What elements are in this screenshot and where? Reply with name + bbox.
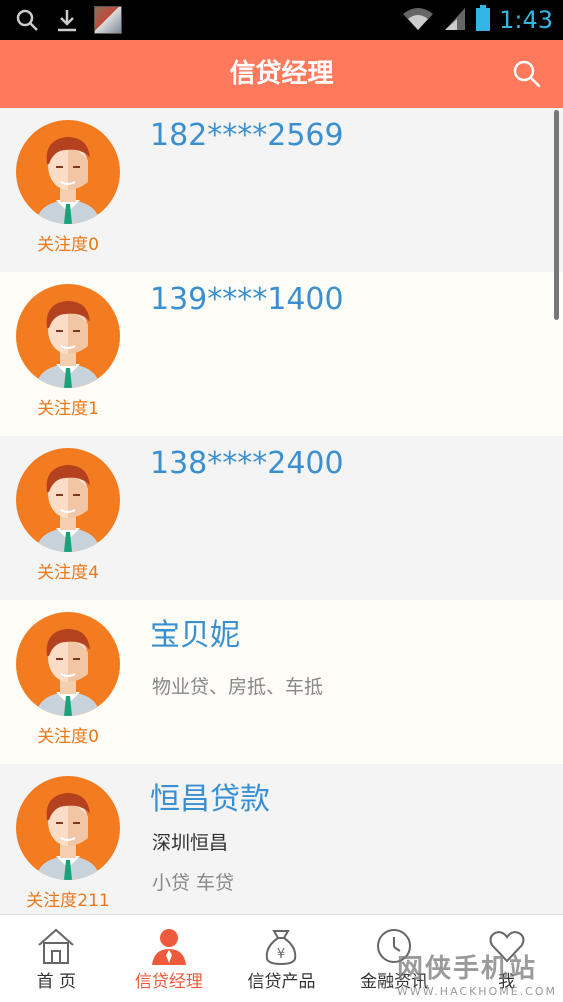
profile-icon xyxy=(489,931,525,963)
tab-label: 信贷产品 xyxy=(247,972,316,992)
avatar xyxy=(16,612,120,716)
tab-label: 我 xyxy=(498,972,516,992)
tab-label: 金融资讯 xyxy=(360,972,429,992)
tab-label: 首 页 xyxy=(36,972,76,992)
download-icon xyxy=(54,7,80,33)
list-item[interactable]: 关注度0 宝贝妮 物业贷、房抵、车抵 xyxy=(0,600,563,764)
tab-news[interactable]: 金融资讯 xyxy=(338,915,451,1002)
page-title: 信贷经理 xyxy=(229,59,334,89)
attention-count: 关注度0 xyxy=(37,235,99,255)
attention-count: 关注度4 xyxy=(37,563,99,583)
list-item[interactable]: 关注度0 182****2569 xyxy=(0,108,563,272)
manager-name: 139****1400 xyxy=(150,282,344,317)
money-bag-icon: ¥ xyxy=(266,930,297,966)
bottom-nav: 首 页 信贷经理 ¥ 信贷产品 金融资讯 我 xyxy=(0,914,563,1002)
avatar xyxy=(16,120,120,224)
svg-text:¥: ¥ xyxy=(277,947,285,962)
manager-list[interactable]: 关注度0 182****2569 关注度1 139****1400 关注度4 1… xyxy=(0,108,563,914)
scrollbar[interactable] xyxy=(554,110,559,320)
attention-count: 关注度1 xyxy=(37,399,99,419)
news-icon xyxy=(377,929,412,963)
manager-tags: 小贷 车贷 xyxy=(152,872,235,894)
list-item[interactable]: 关注度211 恒昌贷款 深圳恒昌 小贷 车贷 xyxy=(0,764,563,914)
photo-thumbnail xyxy=(94,6,122,34)
list-item[interactable]: 关注度4 138****2400 xyxy=(0,436,563,600)
avatar xyxy=(16,776,120,880)
tab-products[interactable]: ¥ 信贷产品 xyxy=(225,915,338,1002)
tab-home[interactable]: 首 页 xyxy=(0,915,113,1002)
manager-name: 182****2569 xyxy=(150,118,344,153)
manager-icon xyxy=(151,929,186,965)
avatar xyxy=(16,284,120,388)
search-button[interactable] xyxy=(511,58,543,90)
tab-me[interactable]: 我 xyxy=(450,915,563,1002)
manager-name: 138****2400 xyxy=(150,446,344,481)
avatar xyxy=(16,448,120,552)
status-bar: 1:43 xyxy=(0,0,563,40)
attention-count: 关注度0 xyxy=(37,727,99,747)
clock: 1:43 xyxy=(499,6,553,34)
tab-manager[interactable]: 信贷经理 xyxy=(113,915,226,1002)
manager-name: 恒昌贷款 xyxy=(150,782,270,817)
search-icon xyxy=(14,7,40,33)
manager-name: 宝贝妮 xyxy=(150,618,240,653)
tab-label: 信贷经理 xyxy=(134,972,203,992)
battery-icon xyxy=(475,4,491,36)
list-item[interactable]: 关注度1 139****1400 xyxy=(0,272,563,436)
home-icon xyxy=(38,928,74,964)
title-bar: 信贷经理 xyxy=(0,40,563,108)
wifi-icon xyxy=(401,5,435,35)
search-icon xyxy=(513,60,541,88)
attention-count: 关注度211 xyxy=(26,891,110,911)
manager-company: 深圳恒昌 xyxy=(152,832,229,854)
signal-icon xyxy=(443,5,467,35)
manager-tags: 物业贷、房抵、车抵 xyxy=(152,676,324,698)
